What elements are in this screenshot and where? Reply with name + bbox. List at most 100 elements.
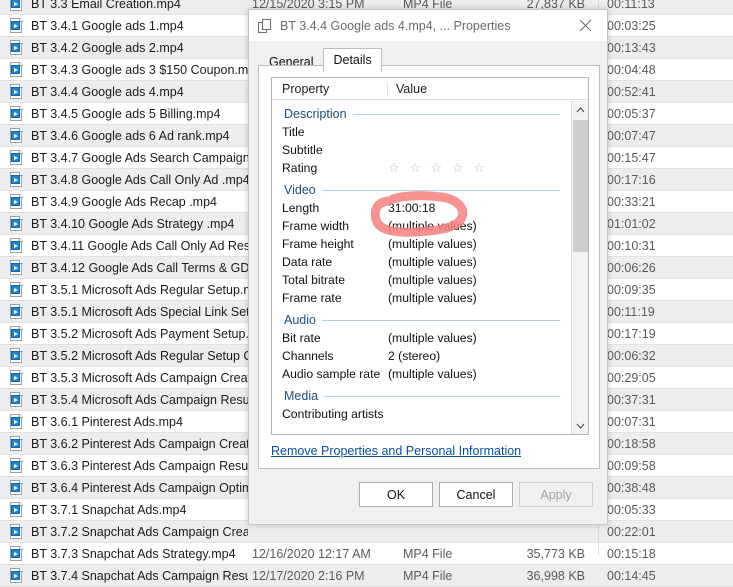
property-key: Data rate (272, 255, 382, 269)
video-file-icon (10, 194, 24, 209)
file-name-cell[interactable]: BT 3.7.2 Snapchat Ads Campaign Creati... (0, 524, 248, 539)
file-name-cell[interactable]: BT 3.7.4 Snapchat Ads Campaign Resul... (0, 568, 248, 583)
file-name-label: BT 3.4.9 Google Ads Recap .mp4 (31, 195, 217, 209)
header-property: Property (272, 82, 388, 96)
file-name-cell[interactable]: BT 3.4.2 Google ads 2.mp4 (0, 40, 248, 55)
property-row[interactable]: Frame rate(multiple values) (272, 289, 570, 307)
property-value[interactable]: (multiple values) (382, 367, 570, 381)
property-row[interactable]: Length31:00:18 (272, 199, 570, 217)
file-name-label: BT 3.7.2 Snapchat Ads Campaign Creati... (31, 525, 248, 539)
file-name-cell[interactable]: BT 3.5.4 Microsoft Ads Campaign Resul... (0, 392, 248, 407)
property-key: Contributing artists (272, 407, 382, 421)
property-row[interactable]: Channels2 (stereo) (272, 347, 570, 365)
file-name-label: BT 3.5.4 Microsoft Ads Campaign Resul... (31, 393, 248, 407)
file-name-cell[interactable]: BT 3.6.3 Pinterest Ads Campaign Result..… (0, 458, 248, 473)
property-value[interactable]: (multiple values) (382, 331, 570, 345)
file-name-label: BT 3.4.2 Google ads 2.mp4 (31, 41, 184, 55)
file-name-cell[interactable]: BT 3.6.4 Pinterest Ads Campaign Optim... (0, 480, 248, 495)
property-value[interactable]: (multiple values) (382, 291, 570, 305)
file-name-label: BT 3.4.7 Google Ads Search Campaign ... (31, 151, 248, 165)
file-name-cell[interactable]: BT 3.4.10 Google Ads Strategy .mp4 (0, 216, 248, 231)
file-name-cell[interactable]: BT 3.4.7 Google Ads Search Campaign ... (0, 150, 248, 165)
property-value[interactable]: (multiple values) (382, 273, 570, 287)
property-key: Length (272, 201, 382, 215)
dialog-title: BT 3.4.4 Google ads 4.mp4, ... Propertie… (280, 19, 510, 33)
details-tab-panel: Property Value DescriptionTitleSubtitleR… (258, 65, 600, 469)
scrollbar-thumb[interactable] (573, 120, 588, 252)
file-name-cell[interactable]: BT 3.4.3 Google ads 3 $150 Coupon.mp4 (0, 62, 248, 77)
file-name-cell[interactable]: BT 3.5.3 Microsoft Ads Campaign Creat... (0, 370, 248, 385)
file-name-cell[interactable]: BT 3.5.1 Microsoft Ads Regular Setup.m..… (0, 282, 248, 297)
file-name-label: BT 3.7.1 Snapchat Ads.mp4 (31, 503, 186, 517)
file-name-cell[interactable]: BT 3.6.1 Pinterest Ads.mp4 (0, 414, 248, 429)
table-row[interactable]: BT 3.7.3 Snapchat Ads Strategy.mp412/16/… (0, 543, 733, 565)
file-name-cell[interactable]: BT 3.5.2 Microsoft Ads Regular Setup C..… (0, 348, 248, 363)
property-list-scrollbar[interactable] (571, 101, 588, 434)
property-row[interactable]: Subtitle (272, 141, 570, 159)
file-name-cell[interactable]: BT 3.7.1 Snapchat Ads.mp4 (0, 502, 248, 517)
video-file-icon (10, 238, 24, 253)
cancel-button[interactable]: Cancel (439, 482, 513, 507)
property-row[interactable]: Data rate(multiple values) (272, 253, 570, 271)
property-value[interactable]: 2 (stereo) (382, 349, 570, 363)
file-name-cell[interactable]: BT 3.4.11 Google Ads Call Only Ad Resu..… (0, 238, 248, 253)
property-list-body[interactable]: DescriptionTitleSubtitleRating☆ ☆ ☆ ☆ ☆V… (272, 101, 570, 434)
file-name-label: BT 3.4.10 Google Ads Strategy .mp4 (31, 217, 234, 231)
file-name-cell[interactable]: BT 3.4.5 Google ads 5 Billing.mp4 (0, 106, 248, 121)
property-value[interactable]: (multiple values) (382, 255, 570, 269)
file-name-cell[interactable]: BT 3.4.8 Google Ads Call Only Ad .mp4 (0, 172, 248, 187)
table-row[interactable]: BT 3.7.4 Snapchat Ads Campaign Resul...1… (0, 565, 733, 587)
property-row[interactable]: Frame width(multiple values) (272, 217, 570, 235)
file-name-cell[interactable]: BT 3.5.2 Microsoft Ads Payment Setup.... (0, 326, 248, 341)
property-row[interactable]: Bit rate(multiple values) (272, 329, 570, 347)
property-row[interactable]: Total bitrate(multiple values) (272, 271, 570, 289)
property-group-header: Audio (272, 307, 570, 329)
properties-dialog[interactable]: BT 3.4.4 Google ads 4.mp4, ... Propertie… (248, 9, 608, 525)
file-name-cell[interactable]: BT 3.5.1 Microsoft Ads Special Link Set.… (0, 304, 248, 319)
ok-button[interactable]: OK (359, 482, 433, 507)
file-name-cell[interactable]: BT 3.4.1 Google ads 1.mp4 (0, 18, 248, 33)
video-file-icon (10, 392, 24, 407)
date-modified-cell: 12/17/2020 2:16 PM (248, 569, 403, 583)
file-name-cell[interactable]: BT 3.4.6 Google ads 6 Ad rank.mp4 (0, 128, 248, 143)
file-name-cell[interactable]: BT 3.4.4 Google ads 4.mp4 (0, 84, 248, 99)
file-name-label: BT 3.5.1 Microsoft Ads Regular Setup.m..… (31, 283, 248, 297)
property-value[interactable]: ☆ ☆ ☆ ☆ ☆ (382, 160, 488, 176)
length-cell: 00:15:18 (593, 547, 656, 561)
property-row[interactable]: Frame height(multiple values) (272, 235, 570, 253)
file-name-label: BT 3.4.12 Google Ads Call Terms & GDP... (31, 261, 248, 275)
property-value-list[interactable]: Property Value DescriptionTitleSubtitleR… (271, 77, 589, 435)
file-name-label: BT 3.5.2 Microsoft Ads Payment Setup.... (31, 327, 248, 341)
group-divider (322, 190, 560, 191)
video-file-icon (10, 370, 24, 385)
property-value[interactable]: (multiple values) (382, 219, 570, 233)
chevron-up-icon[interactable] (572, 101, 588, 118)
property-row[interactable]: Rating☆ ☆ ☆ ☆ ☆ (272, 159, 570, 177)
property-row[interactable]: Title (272, 123, 570, 141)
file-name-cell[interactable]: BT 3.6.2 Pinterest Ads Campaign Creati..… (0, 436, 248, 451)
apply-button[interactable]: Apply (519, 482, 593, 507)
video-file-icon (10, 436, 24, 451)
chevron-down-icon[interactable] (572, 417, 588, 434)
property-row[interactable]: Audio sample rate(multiple values) (272, 365, 570, 383)
video-file-icon (10, 216, 24, 231)
file-name-label: BT 3.4.11 Google Ads Call Only Ad Resu..… (31, 239, 248, 253)
file-name-label: BT 3.6.2 Pinterest Ads Campaign Creati..… (31, 437, 248, 451)
property-value[interactable]: 31:00:18 (382, 201, 570, 215)
file-name-label: BT 3.4.5 Google ads 5 Billing.mp4 (31, 107, 220, 121)
file-name-cell[interactable]: BT 3.4.12 Google Ads Call Terms & GDP... (0, 260, 248, 275)
remove-properties-link[interactable]: Remove Properties and Personal Informati… (271, 444, 521, 458)
property-key: Rating (272, 161, 382, 175)
property-value[interactable]: (multiple values) (382, 237, 570, 251)
file-name-label: BT 3.7.4 Snapchat Ads Campaign Resul... (31, 569, 248, 583)
file-name-cell[interactable]: BT 3.3 Email Creation.mp4 (0, 0, 248, 11)
file-name-cell[interactable]: BT 3.7.3 Snapchat Ads Strategy.mp4 (0, 546, 248, 561)
close-icon[interactable] (563, 10, 607, 41)
dialog-title-bar[interactable]: BT 3.4.4 Google ads 4.mp4, ... Propertie… (249, 10, 607, 41)
property-list-header: Property Value (272, 78, 588, 100)
property-group-header: Video (272, 177, 570, 199)
video-file-icon (10, 106, 24, 121)
property-row[interactable]: Contributing artists (272, 405, 570, 423)
file-name-cell[interactable]: BT 3.4.9 Google Ads Recap .mp4 (0, 194, 248, 209)
tab-details[interactable]: Details (323, 48, 381, 72)
